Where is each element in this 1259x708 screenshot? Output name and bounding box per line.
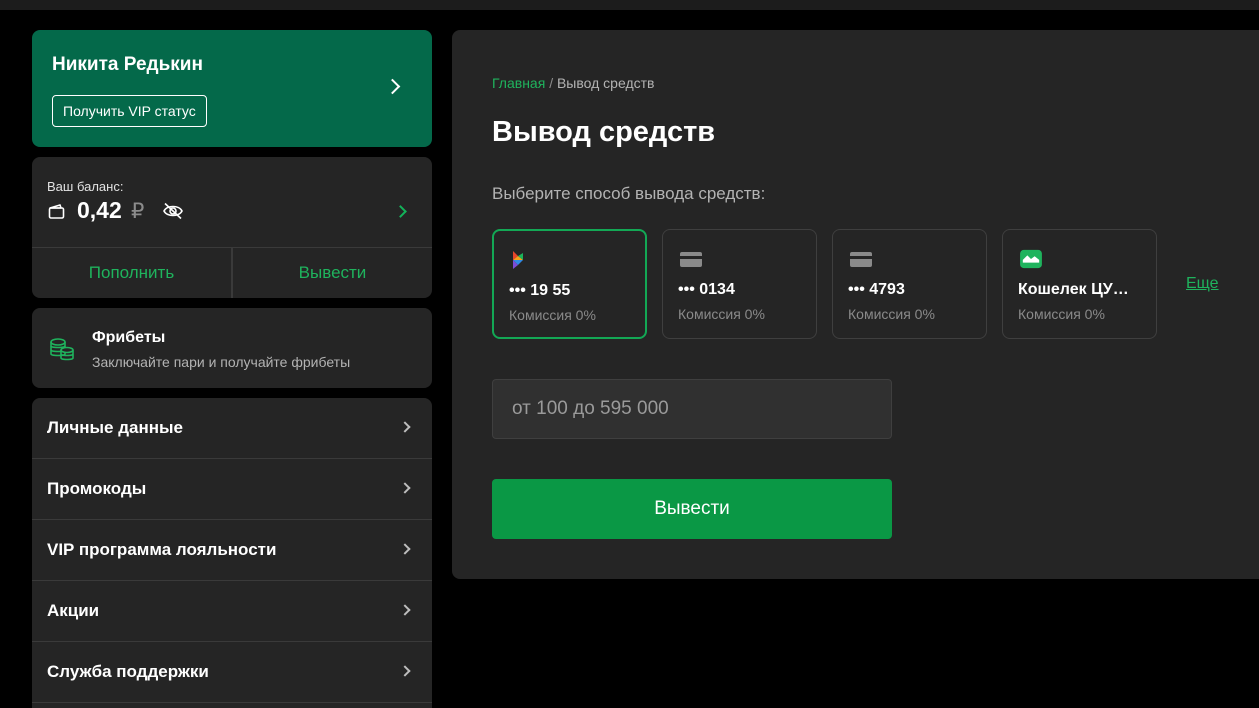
- menu-item-label: Акции: [47, 601, 100, 620]
- method-fee: Комиссия 0%: [509, 307, 596, 323]
- withdraw-button[interactable]: Вывести: [492, 479, 892, 539]
- amount-input[interactable]: [492, 379, 892, 439]
- eye-off-icon[interactable]: [162, 202, 184, 220]
- chevron-right-icon: [399, 543, 411, 555]
- balance-label: Ваш баланс:: [47, 179, 124, 194]
- coins-icon: [50, 338, 74, 361]
- method-prompt: Выберите способ вывода средств:: [492, 184, 766, 203]
- chevron-right-icon: [399, 604, 411, 616]
- menu-item-label: Промокоды: [47, 479, 147, 498]
- breadcrumb-current: Вывод средств: [556, 75, 655, 91]
- breadcrumb-separator: /: [549, 75, 554, 91]
- method-number: ••• 19 55: [509, 282, 571, 299]
- menu-item-personal-data[interactable]: Личные данные: [32, 398, 432, 459]
- freebets-title: Фрибеты: [92, 329, 166, 346]
- top-bar: [0, 0, 1259, 10]
- method-option-card-4793[interactable]: ••• 4793 Комиссия 0%: [832, 229, 987, 339]
- profile-card[interactable]: Никита Редькин Получить VIP статус: [32, 30, 432, 147]
- breadcrumb-home-link[interactable]: Главная: [492, 75, 545, 91]
- withdraw-link-button[interactable]: Вывести: [231, 248, 432, 298]
- menu-item-promocodes[interactable]: Промокоды: [32, 459, 432, 520]
- balance-currency: ₽: [131, 200, 145, 223]
- chevron-right-icon: [399, 665, 411, 677]
- get-vip-button[interactable]: Получить VIP статус: [52, 95, 207, 127]
- freebets-subtitle: Заключайте пари и получайте фрибеты: [92, 354, 351, 370]
- method-fee: Комиссия 0%: [678, 306, 765, 322]
- card-icon: [850, 252, 872, 267]
- deposit-button[interactable]: Пополнить: [32, 248, 231, 298]
- chevron-right-icon: [399, 482, 411, 494]
- method-number: ••• 4793: [848, 281, 905, 298]
- balance-actions: Пополнить Вывести: [32, 247, 432, 298]
- withdrawal-panel: Главная / Вывод средств Вывод средств Вы…: [452, 30, 1259, 579]
- method-fee: Комиссия 0%: [1018, 306, 1105, 322]
- menu-item-label: Личные данные: [47, 418, 183, 437]
- method-fee: Комиссия 0%: [848, 306, 935, 322]
- menu-item-label: VIP программа лояльности: [47, 540, 277, 559]
- menu-item-vip-program[interactable]: VIP программа лояльности: [32, 520, 432, 581]
- wallet-cupis-icon: [1020, 249, 1042, 269]
- sbp-icon: [513, 251, 523, 269]
- freebets-card[interactable]: Фрибеты Заключайте пари и получайте фриб…: [32, 308, 432, 388]
- menu-item-support[interactable]: Служба поддержки: [32, 642, 432, 703]
- breadcrumb: Главная / Вывод средств: [492, 75, 654, 91]
- method-number: Кошелек ЦУ…: [1018, 281, 1129, 298]
- account-menu: Личные данные Промокоды VIP программа ло…: [32, 398, 432, 708]
- chevron-right-icon: [384, 78, 401, 95]
- balance-amount: 0,42: [77, 197, 122, 223]
- card-icon: [680, 252, 702, 267]
- chevron-right-icon: [399, 421, 411, 433]
- page-title: Вывод средств: [492, 116, 716, 148]
- balance-card: Ваш баланс: 0,42 ₽ Пополнить Вывести: [32, 157, 432, 298]
- method-number: ••• 0134: [678, 281, 735, 298]
- method-option-card-0134[interactable]: ••• 0134 Комиссия 0%: [662, 229, 817, 339]
- method-option-sbp[interactable]: ••• 19 55 Комиссия 0%: [492, 229, 647, 339]
- more-methods-link[interactable]: Еще: [1186, 275, 1219, 293]
- menu-item-promotions[interactable]: Акции: [32, 581, 432, 642]
- wallet-icon: [48, 204, 65, 219]
- chevron-right-icon[interactable]: [394, 205, 407, 218]
- method-option-wallet-cupis[interactable]: Кошелек ЦУ… Комиссия 0%: [1002, 229, 1157, 339]
- profile-name: Никита Редькин: [52, 54, 203, 75]
- menu-item-label: Служба поддержки: [47, 662, 209, 681]
